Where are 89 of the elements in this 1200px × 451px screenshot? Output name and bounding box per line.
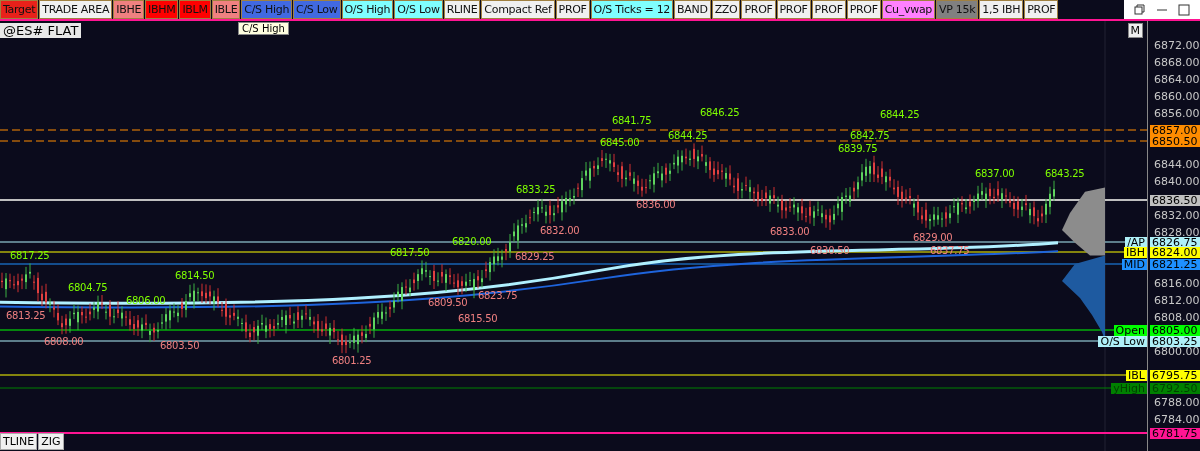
indicator-button[interactable]: VP 15k <box>936 0 979 19</box>
price-tag: 6836.50 <box>1150 195 1200 206</box>
indicator-button[interactable]: IBLM <box>179 0 211 19</box>
price-label: 6843.25 <box>1045 167 1085 179</box>
symbol-label: @ES# FLAT <box>0 23 82 38</box>
price-tag: 6803.25 <box>1150 336 1200 347</box>
price-label: 6817.25 <box>10 250 50 262</box>
level-label: MID <box>1121 259 1147 270</box>
indicator-button[interactable]: TRADE AREA <box>39 0 113 19</box>
price-label: 6803.50 <box>160 340 200 352</box>
price-label: 6829.00 <box>913 231 953 243</box>
price-tag: 6805.00 <box>1150 325 1200 336</box>
axis-tick-label: 6844.00 <box>1154 159 1200 171</box>
tooltip: C/S High <box>238 22 289 35</box>
price-label: 6820.00 <box>452 236 492 248</box>
level-label: IBL <box>1126 370 1147 381</box>
price-tag: 6850.50 <box>1150 136 1200 147</box>
price-label: 6813.25 <box>6 310 46 322</box>
indicator-button[interactable]: IBLE <box>211 0 241 19</box>
tool-button[interactable]: ZIG <box>38 433 64 450</box>
chart-button[interactable]: M <box>1127 23 1144 38</box>
indicator-button[interactable]: IBHE <box>113 0 145 19</box>
indicator-button[interactable]: C/S High <box>241 0 293 19</box>
indicator-button[interactable]: O/S Low <box>394 0 443 19</box>
price-tag: 6824.00 <box>1150 247 1200 258</box>
indicator-button[interactable]: PROF <box>776 0 811 19</box>
price-label: 6833.00 <box>770 225 810 237</box>
price-label: 6804.75 <box>68 282 108 293</box>
level-label: O/S Low <box>1098 336 1147 347</box>
tool-button[interactable]: TLINE <box>0 433 38 450</box>
price-label: 6817.50 <box>390 247 430 259</box>
price-label: 6839.75 <box>838 142 878 154</box>
indicator-button[interactable]: C/S Low <box>293 0 341 19</box>
axis-tick-label: 6856.00 <box>1154 108 1200 120</box>
axis-tick-label: 6860.00 <box>1154 91 1200 103</box>
price-tag: 6821.25 <box>1150 259 1200 270</box>
indicator-button[interactable]: RLINE <box>443 0 481 19</box>
axis-tick-label: 6868.00 <box>1154 57 1200 69</box>
price-label: 6845.00 <box>600 137 640 148</box>
axis-tick-label: 6784.00 <box>1154 414 1200 426</box>
price-label: 6837.75 <box>930 244 970 256</box>
price-label: 6814.50 <box>175 270 215 282</box>
indicator-button[interactable]: O/S High <box>341 0 394 19</box>
price-label: 6833.25 <box>516 183 556 195</box>
indicator-button[interactable]: Target <box>0 0 39 19</box>
indicator-button[interactable]: Compact Ref <box>481 0 555 19</box>
price-label: 6809.50 <box>428 296 468 308</box>
price-label: 6832.00 <box>540 225 580 237</box>
price-label: 6846.25 <box>700 106 740 118</box>
price-label: 6829.25 <box>515 250 555 262</box>
axis-tick-label: 6840.00 <box>1154 176 1200 188</box>
indicator-button[interactable]: PROF <box>741 0 776 19</box>
indicator-button[interactable]: IBHM <box>145 0 179 19</box>
indicator-button[interactable]: ZZO <box>711 0 741 19</box>
indicator-button[interactable]: PROF <box>1024 0 1059 19</box>
price-label: 6844.25 <box>880 109 920 121</box>
price-tag: 6795.75 <box>1150 370 1200 381</box>
axis-tick-label: 6812.00 <box>1154 295 1200 307</box>
price-label: 6801.25 <box>332 355 372 367</box>
axis-tick-label: 6800.00 <box>1154 346 1200 358</box>
price-tag: 6857.00 <box>1150 125 1200 136</box>
axis-tick-label: 6872.00 <box>1154 40 1200 52</box>
level-label: IBH <box>1123 247 1147 258</box>
indicator-button[interactable]: BAND <box>674 0 711 19</box>
indicator-button[interactable]: 1,5 IBH <box>979 0 1024 19</box>
price-label: 6808.00 <box>44 336 84 348</box>
price-label: 6842.75 <box>850 129 890 141</box>
price-label: 6830.50 <box>810 245 850 256</box>
axis-tick-label: 6788.00 <box>1154 397 1200 409</box>
price-label: 6841.75 <box>612 114 652 126</box>
price-tag: 6792.50 <box>1150 383 1200 394</box>
indicator-button[interactable]: PROF <box>846 0 881 19</box>
price-tag: 6781.75 <box>1150 428 1200 439</box>
price-label: 6836.00 <box>636 198 676 210</box>
level-label: Open <box>1113 325 1147 336</box>
level-label: yHigh <box>1111 383 1147 394</box>
price-label: 6844.25 <box>668 130 708 142</box>
axis-tick-label: 6808.00 <box>1154 312 1200 324</box>
price-label: 6815.50 <box>458 313 498 325</box>
indicator-button[interactable]: Cu_vwap <box>881 0 935 19</box>
indicator-button[interactable]: PROF <box>811 0 846 19</box>
axis-tick-label: 6816.00 <box>1154 278 1200 290</box>
price-label: 6823.75 <box>478 290 518 302</box>
axis-tick-label: 6828.00 <box>1154 227 1200 239</box>
price-label: 6837.00 <box>975 168 1015 180</box>
axis-tick-label: 6864.00 <box>1154 74 1200 86</box>
indicator-button[interactable]: PROF <box>555 0 590 19</box>
axis-tick-label: 6832.00 <box>1154 210 1200 222</box>
indicator-button[interactable]: O/S Ticks = 12 <box>590 0 674 19</box>
